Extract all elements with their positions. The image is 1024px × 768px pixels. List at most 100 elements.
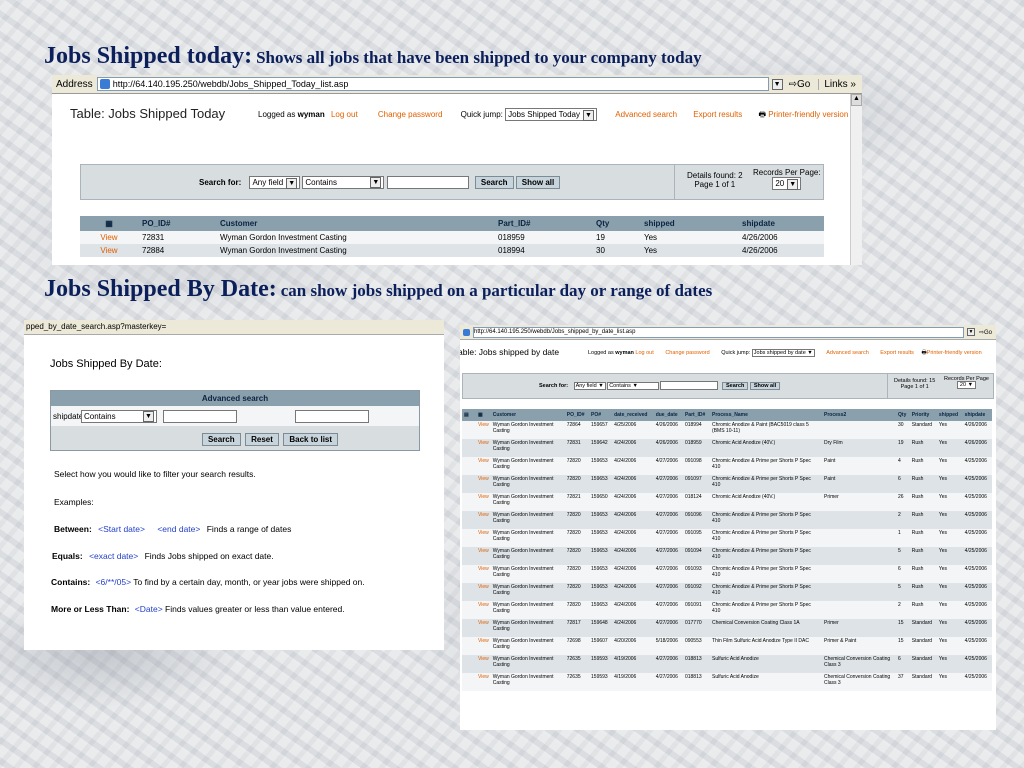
col-header[interactable]: PO_ID#	[138, 216, 216, 231]
scroll-up-icon[interactable]: ▲	[851, 94, 862, 106]
cell-shipped: Yes	[936, 601, 963, 619]
go-button[interactable]: ⇨Go	[979, 329, 992, 336]
row-select-cell[interactable]	[462, 457, 476, 475]
col-header[interactable]: shipped	[640, 216, 738, 231]
row-select-cell[interactable]	[462, 583, 476, 601]
address-url[interactable]: pped_by_date_search.asp?masterkey=	[24, 320, 444, 335]
view-link[interactable]: View	[476, 511, 491, 529]
row-select-cell[interactable]	[462, 421, 476, 439]
advanced-search-link[interactable]: Advanced search	[615, 110, 677, 119]
col-header[interactable]: Qty	[592, 216, 640, 231]
export-results-link[interactable]: Export results	[880, 350, 914, 356]
col-header[interactable]: Customer	[216, 216, 494, 231]
table-row: View Wyman Gordon Investment Casting 72820…	[462, 457, 992, 475]
search-button[interactable]: Search	[201, 433, 241, 446]
export-results-link[interactable]: Export results	[693, 110, 742, 119]
change-password-link[interactable]: Change password	[665, 350, 709, 356]
search-button[interactable]: Search	[721, 381, 749, 390]
col-header[interactable]: Part_ID#	[682, 409, 711, 421]
operator-select[interactable]: Contains ▼	[607, 381, 659, 390]
printer-friendly-link[interactable]: Printer-friendly version	[927, 350, 982, 356]
view-link[interactable]: View	[476, 565, 491, 583]
row-select-cell[interactable]	[462, 475, 476, 493]
view-link[interactable]: View	[80, 231, 138, 244]
records-select[interactable]: 20 ▼	[772, 177, 802, 190]
advanced-search-link[interactable]: Advanced search	[826, 350, 869, 356]
change-password-link[interactable]: Change password	[378, 110, 442, 119]
row-select-cell[interactable]	[462, 493, 476, 511]
col-header[interactable]: date_received	[612, 409, 654, 421]
view-link[interactable]: View	[476, 475, 491, 493]
export-grid-icon[interactable]: ▦	[80, 216, 138, 231]
go-button[interactable]: ⇨Go	[789, 79, 811, 90]
row-select-cell[interactable]	[462, 655, 476, 673]
view-link[interactable]: View	[476, 547, 491, 565]
col-header[interactable]: Priority	[909, 409, 937, 421]
row-select-cell[interactable]	[462, 511, 476, 529]
field-select[interactable]: Any field ▼	[249, 176, 301, 189]
row-select-cell[interactable]	[462, 565, 476, 583]
start-date-input[interactable]	[163, 409, 237, 423]
select-all-icon[interactable]: ▤	[462, 409, 476, 421]
view-link[interactable]: View	[476, 439, 491, 457]
view-link[interactable]: View	[476, 673, 491, 691]
view-link[interactable]: View	[476, 421, 491, 439]
logout-link[interactable]: Log out	[331, 110, 358, 119]
reset-button[interactable]: Reset	[245, 433, 279, 446]
cell-customer: Wyman Gordon Investment Casting	[490, 673, 565, 691]
search-input[interactable]	[386, 176, 469, 190]
col-header[interactable]: shipped	[936, 409, 963, 421]
show-all-button[interactable]: Show all	[515, 176, 561, 189]
field-select[interactable]: Any field ▼	[573, 381, 606, 390]
row-select-cell[interactable]	[462, 619, 476, 637]
view-link[interactable]: View	[476, 619, 491, 637]
search-button[interactable]: Search	[474, 176, 514, 189]
search-input[interactable]	[660, 381, 719, 390]
col-header[interactable]: shipdate	[738, 216, 824, 231]
quick-jump-select[interactable]: Jobs shipped by date ▼	[751, 349, 815, 357]
cell-process: Chromic Anodize & Prime per Shorts P Spe…	[710, 565, 823, 583]
row-select-cell[interactable]	[462, 601, 476, 619]
row-select-cell[interactable]	[462, 529, 476, 547]
row-select-cell[interactable]	[462, 439, 476, 457]
col-header[interactable]: Process_Name	[710, 409, 823, 421]
logout-link[interactable]: Log out	[635, 350, 653, 356]
address-dropdown-icon[interactable]: ▼	[966, 328, 975, 336]
back-to-list-button[interactable]: Back to list	[283, 433, 339, 446]
col-header[interactable]: PO#	[589, 409, 613, 421]
export-grid-icon[interactable]: ▦	[476, 409, 491, 421]
address-dropdown-icon[interactable]: ▼	[771, 78, 783, 90]
quick-jump-select[interactable]: Jobs Shipped Today ▼	[505, 108, 597, 121]
address-url[interactable]: http://64.140.195.250/webdb/Jobs_shipped…	[473, 326, 964, 338]
col-header[interactable]: due_date	[653, 409, 683, 421]
printer-friendly-link[interactable]: Printer-friendly version	[768, 110, 848, 119]
links-button[interactable]: Links »	[818, 78, 856, 90]
view-link[interactable]: View	[476, 583, 491, 601]
view-link[interactable]: View	[476, 457, 491, 475]
row-select-cell[interactable]	[462, 673, 476, 691]
records-select[interactable]: 20 ▼	[956, 381, 977, 389]
col-header[interactable]: PO_ID#	[564, 409, 590, 421]
view-link[interactable]: View	[476, 529, 491, 547]
cell-due: 4/27/2006	[653, 655, 683, 673]
operator-select[interactable]: Contains ▼	[81, 409, 157, 423]
scrollbar[interactable]: ▲	[850, 94, 862, 265]
cell-process: Chromic Anodize & Prime per Shorts P Spe…	[710, 457, 823, 475]
row-select-cell[interactable]	[462, 637, 476, 655]
col-header[interactable]: Customer	[490, 409, 565, 421]
view-link[interactable]: View	[476, 493, 491, 511]
view-link[interactable]: View	[476, 637, 491, 655]
view-link[interactable]: View	[476, 655, 491, 673]
view-link[interactable]: View	[476, 601, 491, 619]
col-header[interactable]: shipdate	[962, 409, 992, 421]
col-header[interactable]: Part_ID#	[494, 216, 592, 231]
address-input[interactable]: http://64.140.195.250/webdb/Jobs_Shipped…	[96, 77, 769, 91]
row-select-cell[interactable]	[462, 547, 476, 565]
col-header[interactable]: Qty	[896, 409, 910, 421]
show-all-button[interactable]: Show all	[749, 381, 781, 390]
ie-page-icon	[463, 328, 470, 336]
end-date-input[interactable]	[295, 409, 369, 423]
col-header[interactable]: Process2	[822, 409, 897, 421]
operator-select[interactable]: Contains ▼	[302, 176, 385, 189]
view-link[interactable]: View	[80, 244, 138, 257]
